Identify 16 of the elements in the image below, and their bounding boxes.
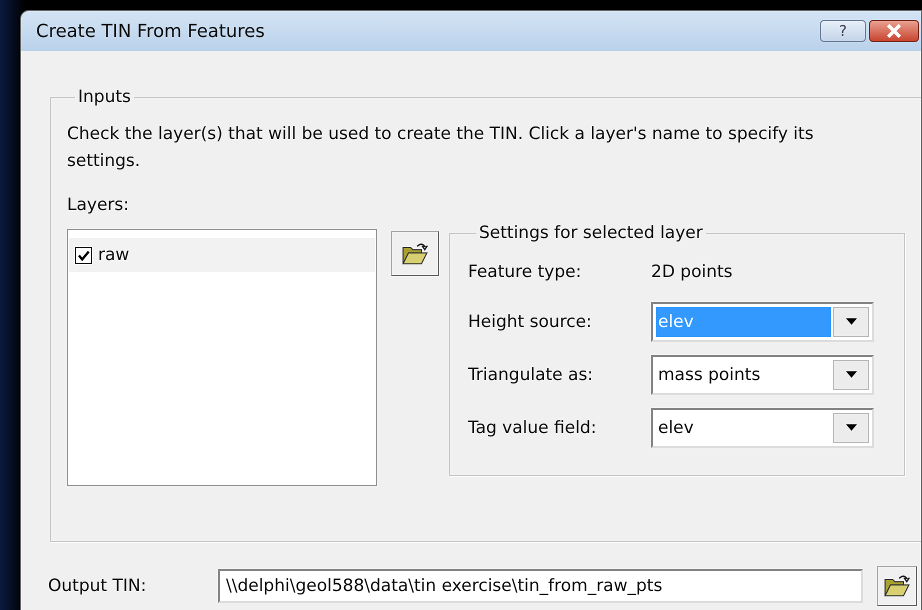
field-value: 2D points <box>651 262 733 282</box>
output-path-field[interactable]: \\delphi\geol588\data\tin exercise\tin_from_raw_pts <box>218 569 863 603</box>
field-label: Triangulate as: <box>468 364 594 384</box>
group-label: Inputs <box>77 87 132 107</box>
field-label: Layers: <box>67 195 130 215</box>
field-label: Feature type: <box>468 262 582 282</box>
window-title: Create TIN From Features <box>36 20 265 42</box>
instructions-text: Check the layer(s) that will be used to create the TIN. Click a layer's name to specify its settings. <box>67 123 815 173</box>
group-label: Settings for selected layer <box>478 223 704 243</box>
field-label: Output TIN: <box>48 576 148 596</box>
layer-list-item[interactable]: raw <box>69 238 375 272</box>
dropdown[interactable]: mass points <box>651 354 874 394</box>
help-button[interactable]: ? <box>820 20 866 42</box>
dropdown[interactable]: elev <box>651 408 874 448</box>
field-label: Height source: <box>468 312 593 332</box>
field-label: Tag value field: <box>468 418 598 438</box>
